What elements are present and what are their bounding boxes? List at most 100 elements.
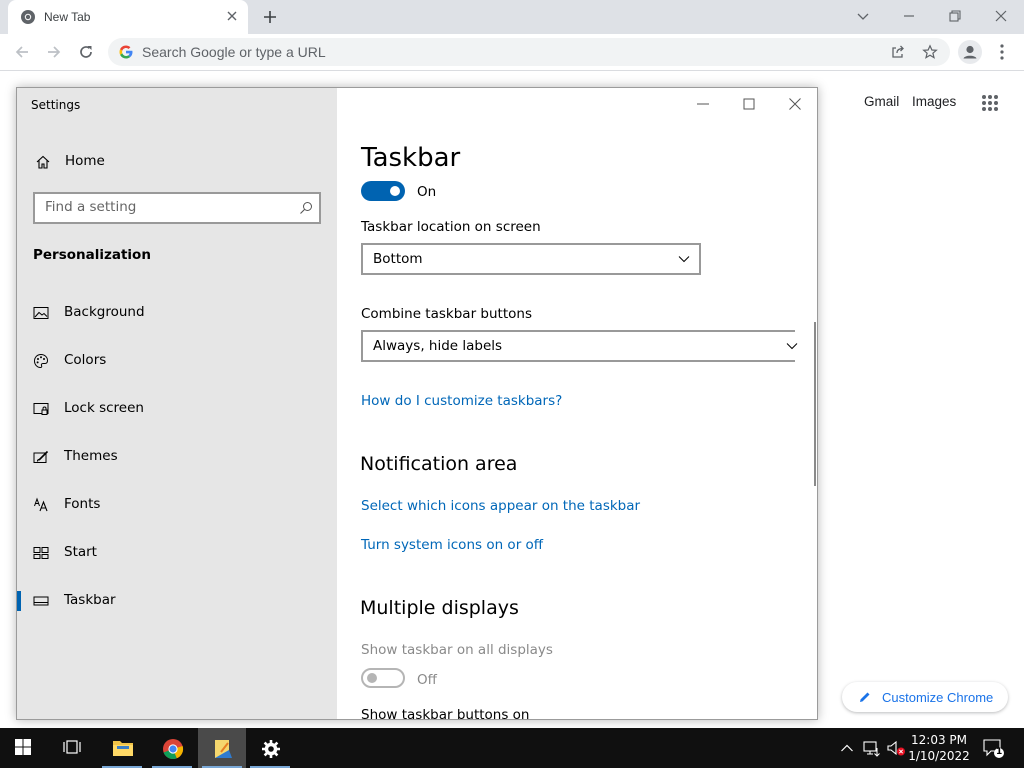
file-explorer-button[interactable] — [98, 728, 146, 768]
paint-app-icon — [215, 740, 232, 758]
content-scrollbar[interactable] — [814, 322, 816, 486]
profile-avatar[interactable] — [958, 40, 982, 64]
settings-sidebar: Settings Home Personalization Background — [17, 88, 337, 719]
sidebar-item-label: Colors — [64, 352, 107, 368]
sidebar-item-label: Fonts — [64, 496, 101, 512]
start-button[interactable] — [0, 728, 48, 768]
notification-count-badge: 1 — [996, 747, 1003, 757]
sidebar-item-taskbar[interactable]: Taskbar — [17, 581, 337, 621]
pencil-icon — [860, 692, 870, 702]
show-buttons-on-label: Show taskbar buttons on — [361, 707, 530, 720]
share-icon[interactable] — [890, 44, 906, 60]
clock-date: 1/10/2022 — [908, 749, 970, 763]
show-all-displays-toggle[interactable] — [361, 668, 405, 688]
sidebar-item-label: Lock screen — [64, 400, 144, 416]
back-arrow-icon[interactable] — [12, 42, 32, 62]
close-tab-icon[interactable] — [224, 8, 240, 24]
sidebar-item-label: Start — [64, 544, 97, 560]
sidebar-section-heading: Personalization — [33, 247, 151, 263]
tab-search-chevron-icon[interactable] — [854, 7, 872, 25]
settings-maximize-icon[interactable] — [741, 96, 757, 112]
taskbar-toggle-state: On — [417, 184, 437, 200]
taskbar-toggle[interactable] — [361, 181, 405, 201]
google-apps-grid-icon[interactable] — [981, 94, 999, 112]
google-g-icon — [119, 45, 133, 59]
show-hidden-icons-chevron-icon[interactable] — [840, 742, 854, 754]
search-icon — [300, 202, 312, 214]
bookmark-star-icon[interactable] — [922, 44, 938, 60]
task-view-icon — [63, 740, 81, 754]
font-icon — [34, 497, 48, 512]
notification-area-heading: Notification area — [360, 453, 518, 475]
page-title: Taskbar — [361, 143, 461, 173]
combine-buttons-value: Always, hide labels — [373, 338, 503, 354]
brush-icon — [33, 450, 49, 463]
sidebar-item-background[interactable]: Background — [17, 293, 337, 333]
start-icon — [33, 547, 49, 559]
chrome-taskbar-button[interactable] — [148, 728, 196, 768]
sidebar-item-fonts[interactable]: Fonts — [17, 485, 337, 525]
settings-taskbar-button[interactable] — [246, 728, 294, 768]
find-setting-field[interactable] — [33, 192, 321, 224]
images-link[interactable]: Images — [912, 94, 956, 109]
more-menu-icon[interactable] — [994, 42, 1010, 62]
chrome-favicon-icon — [21, 10, 35, 24]
toggle-knob — [390, 186, 400, 196]
sidebar-item-label: Taskbar — [64, 592, 116, 608]
taskbar-location-dropdown[interactable]: Bottom — [361, 243, 701, 275]
sidebar-item-start[interactable]: Start — [17, 533, 337, 573]
minimize-icon[interactable] — [900, 7, 918, 25]
settings-content: Taskbar On Taskbar location on screen Bo… — [337, 88, 817, 720]
show-all-displays-state: Off — [417, 672, 437, 688]
action-center-button[interactable]: 1 — [982, 737, 1004, 759]
show-all-displays-label: Show taskbar on all displays — [361, 642, 553, 658]
new-tab-plus-icon[interactable] — [260, 7, 280, 27]
gear-icon — [262, 740, 280, 758]
browser-toolbar — [0, 34, 1024, 71]
close-window-icon[interactable] — [992, 7, 1010, 25]
folder-icon — [113, 741, 133, 756]
sidebar-item-colors[interactable]: Colors — [17, 341, 337, 381]
clock-time: 12:03 PM — [911, 733, 967, 747]
restore-icon[interactable] — [946, 7, 964, 25]
omnibox-input[interactable] — [142, 38, 842, 66]
omnibox[interactable] — [108, 38, 950, 66]
sidebar-item-home-label: Home — [65, 153, 105, 169]
reload-icon[interactable] — [76, 42, 96, 62]
find-setting-input[interactable] — [45, 199, 285, 215]
taskbar-icon — [33, 596, 49, 606]
picture-icon — [33, 307, 49, 319]
taskbar-location-value: Bottom — [373, 251, 423, 267]
tab-new-tab[interactable]: New Tab — [8, 0, 248, 34]
settings-close-icon[interactable] — [787, 96, 803, 112]
combine-buttons-dropdown[interactable]: Always, hide labels — [361, 330, 798, 362]
multiple-displays-heading: Multiple displays — [360, 597, 519, 619]
sidebar-item-themes[interactable]: Themes — [17, 437, 337, 477]
taskbar-location-label: Taskbar location on screen — [361, 219, 541, 235]
network-icon[interactable] — [862, 739, 880, 757]
volume-muted-icon[interactable] — [886, 739, 906, 757]
task-view-button[interactable] — [48, 728, 96, 768]
gmail-link[interactable]: Gmail — [864, 94, 899, 109]
sidebar-item-label: Background — [64, 304, 145, 320]
forward-arrow-icon[interactable] — [44, 42, 64, 62]
settings-minimize-icon[interactable] — [695, 96, 711, 112]
windows-logo-icon — [15, 739, 31, 755]
chrome-logo-icon — [163, 739, 184, 760]
chevron-down-icon — [678, 256, 690, 263]
combine-buttons-label: Combine taskbar buttons — [361, 306, 532, 322]
system-icons-link[interactable]: Turn system icons on or off — [361, 537, 543, 553]
customize-chrome-label: Customize Chrome — [882, 690, 994, 705]
select-icons-link[interactable]: Select which icons appear on the taskbar — [361, 498, 640, 514]
windows-taskbar: 12:03 PM 1/10/2022 1 — [0, 728, 1024, 768]
sidebar-item-lock-screen[interactable]: Lock screen — [17, 389, 337, 429]
lock-screen-icon — [33, 403, 49, 415]
sidebar-item-label: Themes — [64, 448, 118, 464]
person-icon — [963, 45, 977, 59]
tab-strip: New Tab — [0, 0, 1024, 34]
customize-taskbars-link[interactable]: How do I customize taskbars? — [361, 393, 562, 409]
paint-taskbar-button[interactable] — [198, 728, 246, 768]
taskbar-clock[interactable]: 12:03 PM 1/10/2022 — [906, 732, 972, 764]
sidebar-item-home[interactable]: Home — [17, 146, 337, 178]
customize-chrome-button[interactable]: Customize Chrome — [842, 682, 1008, 712]
